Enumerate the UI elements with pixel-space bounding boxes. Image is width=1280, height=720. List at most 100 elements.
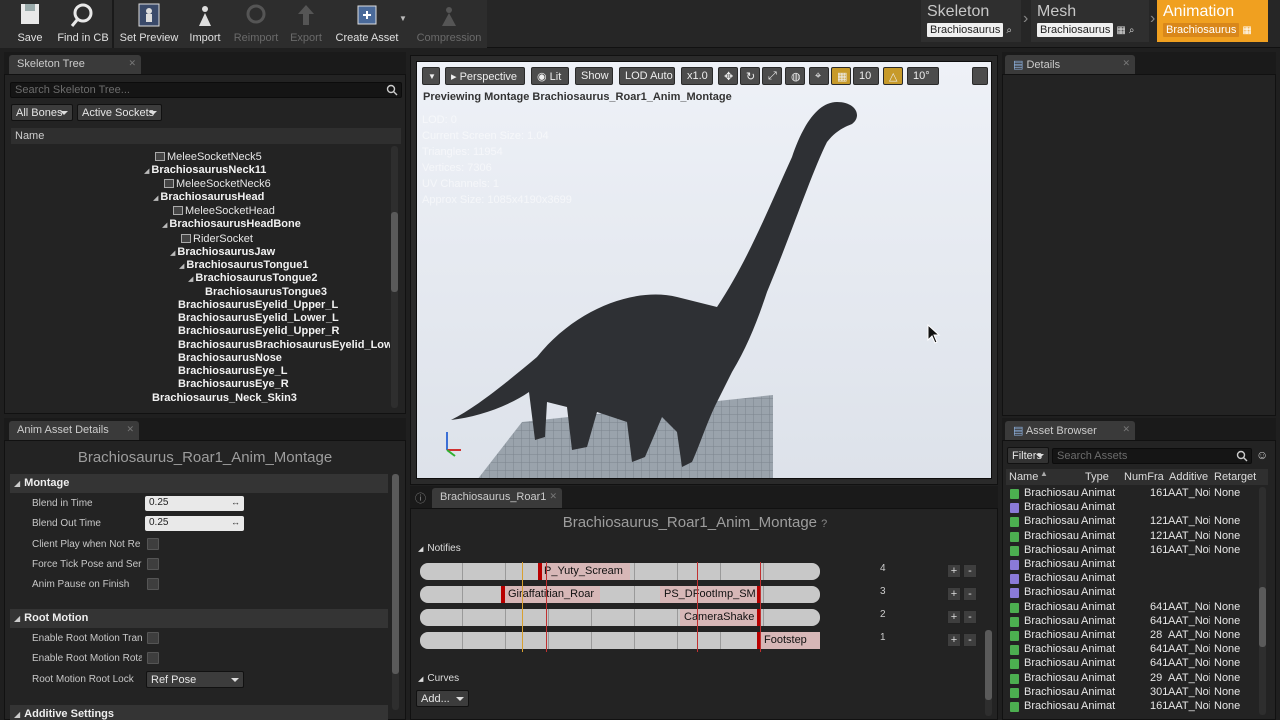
expand-arrow-icon[interactable]: ◢ (153, 195, 158, 202)
add-track-button[interactable]: + (947, 610, 961, 624)
rotation-size-button[interactable]: 10° (907, 67, 939, 85)
column-type[interactable]: Type (1085, 471, 1109, 483)
asset-list-item[interactable]: Brachiosau Animat (1008, 501, 1258, 515)
skeleton-tree-scrollbar[interactable] (391, 146, 398, 408)
playback-speed-button[interactable]: x1.0 (681, 67, 713, 85)
grid-size-button[interactable]: 10 (853, 67, 879, 85)
tree-row[interactable]: BrachiosaurusEye_L (178, 365, 287, 378)
category-root-motion[interactable]: ◢ Root Motion (10, 609, 388, 628)
grid-icon[interactable]: ▦ (1116, 25, 1125, 36)
remove-track-button[interactable]: - (963, 633, 977, 647)
tree-row[interactable]: ◢ BrachiosaurusTongue2 (188, 272, 317, 285)
compression-button[interactable]: Compression (414, 0, 484, 48)
lit-button[interactable]: ◉ Lit (531, 67, 569, 85)
close-icon[interactable]: ✕ (549, 491, 557, 502)
close-icon[interactable]: ✕ (1122, 58, 1130, 69)
tree-row[interactable]: ◢ BrachiosaurusNeck11 (144, 164, 266, 177)
category-montage[interactable]: ◢ Montage (10, 474, 388, 493)
skeleton-tree-search-input[interactable]: Search Skeleton Tree... (10, 82, 402, 98)
grid-icon[interactable]: ▦ (1242, 25, 1251, 36)
tab-skeleton-tree[interactable]: Skeleton Tree ✕ (9, 55, 141, 75)
mode-animation[interactable]: Animation Brachiosaurus ▦ (1157, 0, 1268, 42)
close-icon[interactable]: ✕ (1122, 424, 1130, 435)
rotation-snap-icon[interactable]: △ (883, 67, 903, 85)
close-icon[interactable]: ✕ (128, 58, 136, 69)
tree-row[interactable]: RiderSocket (181, 233, 253, 246)
tree-row[interactable]: BrachiosaurusEye_R (178, 378, 289, 391)
expand-arrow-icon[interactable]: ◢ (188, 276, 193, 283)
scrollbar-thumb[interactable] (391, 212, 398, 292)
tree-row[interactable]: BrachiosaurusEyelid_Upper_L (178, 299, 338, 312)
asset-search-input[interactable]: Search Assets (1052, 448, 1252, 464)
asset-list-item[interactable]: Brachiosau Animat 121 AAT_Noi None (1008, 530, 1258, 544)
expand-arrow-icon[interactable]: ◢ (170, 250, 175, 257)
asset-browser-scrollbar[interactable] (1259, 487, 1266, 715)
scrollbar-thumb[interactable] (1259, 587, 1266, 647)
tree-row[interactable]: MeleeSocketHead (173, 205, 275, 218)
add-track-button[interactable]: + (947, 587, 961, 601)
surface-snap-icon[interactable]: ⌖ (809, 67, 829, 85)
notify-footstep[interactable]: Footstep (760, 632, 820, 649)
viewport-options-button[interactable]: ▼ (422, 67, 440, 85)
mode-mesh-asset[interactable]: Brachiosaurus (1037, 23, 1114, 37)
create-asset-button[interactable]: Create Asset (334, 0, 400, 48)
remove-track-button[interactable]: - (963, 564, 977, 578)
lod-auto-button[interactable]: LOD Auto (619, 67, 675, 85)
tree-row[interactable]: BrachiosaurusEyelid_Lower_L (178, 312, 339, 325)
asset-list-item[interactable]: Brachiosau Animat 161 AAT_Noi None (1008, 487, 1258, 501)
tree-row[interactable]: MeleeSocketNeck6 (164, 178, 271, 191)
find-in-cb-button[interactable]: Find in CB (56, 0, 110, 48)
remove-track-button[interactable]: - (963, 587, 977, 601)
notifies-section[interactable]: ◢ Notifies (418, 543, 461, 554)
notify-ps-dfootimp-sm[interactable]: PS_DFootImp_SM (660, 586, 760, 603)
tree-row[interactable]: BrachiosaurusEyelid_Upper_R (178, 325, 339, 338)
filters-dropdown[interactable]: Filters (1007, 447, 1049, 464)
add-track-button[interactable]: + (947, 564, 961, 578)
asset-list-item[interactable]: Brachiosau Animat 641 AAT_Noi None (1008, 615, 1258, 629)
mode-mesh[interactable]: Mesh Brachiosaurus ▦ ⌕ (1031, 0, 1149, 42)
save-button[interactable]: Save (8, 0, 52, 48)
asset-list-item[interactable]: Brachiosau Animat 29 AAT_Noi None (1008, 672, 1258, 686)
spinner-icon[interactable]: ↔ (231, 497, 240, 507)
search-icon[interactable]: ⌕ (1129, 25, 1135, 36)
remove-track-button[interactable]: - (963, 610, 977, 624)
viewport[interactable]: ▼ ▸ Perspective ◉ Lit Show LOD Auto x1.0… (416, 61, 992, 479)
all-bones-dropdown[interactable]: All Bones (11, 104, 73, 121)
asset-list-item[interactable]: Brachiosau Animat (1008, 586, 1258, 600)
tree-row[interactable]: BrachiosaurusBrachiosaurusEyelid_Lowe (178, 339, 390, 352)
expand-arrow-icon[interactable]: ◢ (144, 168, 149, 175)
notify-marker[interactable] (538, 563, 542, 580)
expand-arrow-icon[interactable]: ◢ (179, 263, 184, 270)
close-icon[interactable]: ✕ (126, 424, 134, 435)
asset-list-item[interactable]: Brachiosau Animat 641 AAT_Noi None (1008, 601, 1258, 615)
column-additive[interactable]: Additive (1169, 471, 1208, 483)
set-preview-button[interactable]: Set Preview (118, 0, 180, 48)
asset-list-item[interactable]: Brachiosau Animat 301 AAT_Noi None (1008, 686, 1258, 700)
scale-icon[interactable]: ⤢ (762, 67, 782, 85)
tree-row[interactable]: ◢ BrachiosaurusHeadBone (162, 218, 301, 231)
tab-montage[interactable]: Brachiosaurus_Roar1 ✕ (432, 488, 562, 508)
root-lock-dropdown[interactable]: Ref Pose (146, 671, 244, 688)
notify-p-yuty-scream[interactable]: P_Yuty_Scream (540, 563, 630, 580)
mode-animation-asset[interactable]: Brachiosaurus (1163, 23, 1240, 37)
search-icon[interactable]: ⌕ (1006, 25, 1012, 36)
notify-giraffatitian-roar[interactable]: Giraffatitian_Roar (504, 586, 600, 603)
asset-list-item[interactable]: Brachiosau Animat 28 AAT_Noi None (1008, 629, 1258, 643)
spinner-icon[interactable]: ↔ (231, 517, 240, 527)
tree-row[interactable]: BrachiosaurusTongue3 (205, 286, 327, 299)
mode-skeleton[interactable]: Skeleton Brachiosaurus ⌕ (921, 0, 1021, 42)
montage-scrollbar[interactable] (985, 630, 992, 716)
asset-list-item[interactable]: Brachiosau Animat 641 AAT_Noi None (1008, 643, 1258, 657)
import-button[interactable]: Import (184, 0, 226, 48)
grid-snap-icon[interactable]: ▦ (831, 67, 851, 85)
notify-camera-shake[interactable]: CameraShake (680, 609, 758, 626)
active-sockets-dropdown[interactable]: Active Sockets (77, 104, 162, 121)
asset-list-item[interactable]: Brachiosau Animat 121 AAT_Noi None (1008, 515, 1258, 529)
asset-list-item[interactable]: Brachiosau Animat 641 AAT_Noi None (1008, 657, 1258, 671)
tree-row[interactable]: ◢ BrachiosaurusTongue1 (179, 259, 308, 272)
notify-marker[interactable] (501, 586, 505, 603)
anim-pause-checkbox[interactable] (147, 578, 159, 590)
tree-row[interactable]: ◢ BrachiosaurusJaw (170, 246, 275, 259)
asset-list-item[interactable]: Brachiosau Animat 161 AAT_Noi None (1008, 700, 1258, 714)
tab-asset-browser[interactable]: ▤ Asset Browser ✕ (1005, 421, 1135, 441)
